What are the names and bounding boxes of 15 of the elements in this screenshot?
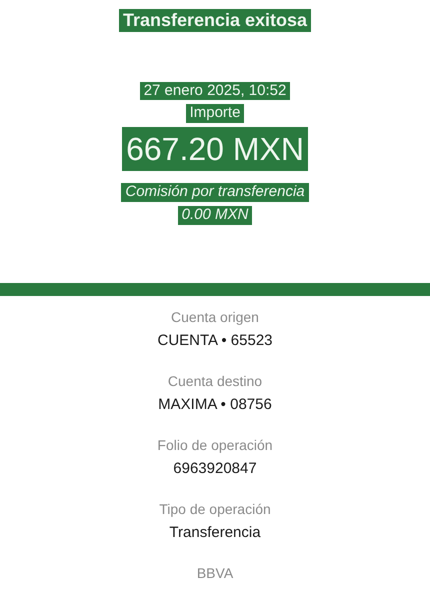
- amount: 667.20 MXN: [122, 127, 308, 171]
- detail-value: Transferencia: [169, 522, 261, 542]
- detail-value: MAXIMA • 08756: [158, 394, 272, 414]
- detail-label: Cuenta origen: [171, 308, 259, 326]
- date: 27 enero 2025, 10:52: [140, 82, 290, 100]
- amount-label: Importe: [186, 104, 244, 123]
- footer-text: BBVA: [196, 564, 234, 582]
- fee-label: Comisión por transferencia: [121, 183, 309, 202]
- detail-value: 6963920847: [173, 458, 257, 478]
- fee: 0.00 MXN: [178, 206, 252, 224]
- detail-label: Cuenta destino: [168, 372, 262, 390]
- detail-label: Tipo de operación: [159, 500, 271, 518]
- detail-value: CUENTA • 65523: [157, 330, 273, 350]
- title: Transferencia exitosa: [118, 9, 312, 32]
- detail-label: Folio de operación: [157, 436, 273, 454]
